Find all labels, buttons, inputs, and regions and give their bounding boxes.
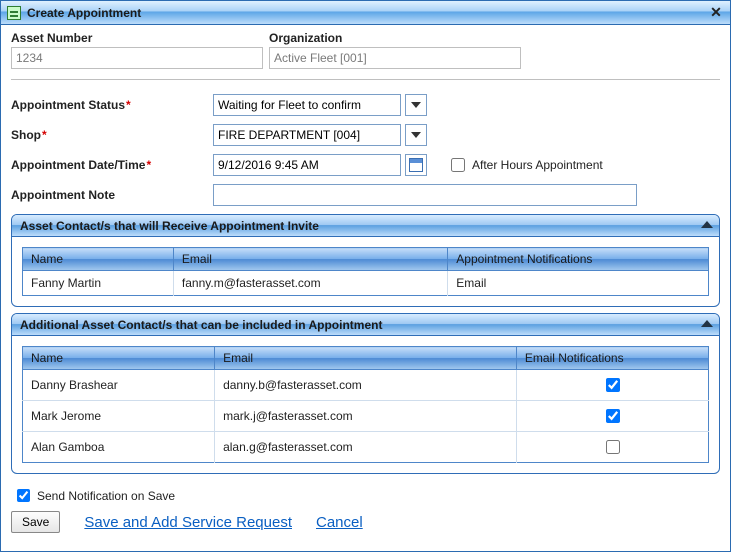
label-shop: Shop* (11, 128, 213, 142)
collapse-icon (701, 221, 713, 228)
asset-number-input[interactable] (11, 47, 263, 69)
appointment-status-dropdown-button[interactable] (405, 94, 427, 116)
shop-select[interactable] (213, 124, 401, 146)
send-notification-checkbox[interactable] (17, 489, 30, 502)
label-appointment-note: Appointment Note (11, 188, 213, 202)
dialog-body: Asset Number Organization Appointment St… (1, 25, 730, 551)
label-organization: Organization (269, 31, 342, 45)
table-row[interactable]: Danny Brashear danny.b@fasterasset.com (23, 370, 709, 401)
collapse-icon (701, 320, 713, 327)
table-row[interactable]: Alan Gamboa alan.g@fasterasset.com (23, 432, 709, 463)
shop-dropdown-button[interactable] (405, 124, 427, 146)
col-email-notifications[interactable]: Email Notifications (516, 347, 708, 370)
panel-additional-contacts: Additional Asset Contact/s that can be i… (11, 313, 720, 474)
titlebar: Create Appointment ✕ (1, 1, 730, 25)
email-notif-checkbox[interactable] (606, 440, 620, 454)
panel-receive-invite: Asset Contact/s that will Receive Appoin… (11, 214, 720, 307)
email-notif-checkbox[interactable] (606, 409, 620, 423)
table-row[interactable]: Fanny Martin fanny.m@fasterasset.com Ema… (23, 271, 709, 296)
window-title: Create Appointment (27, 6, 702, 20)
after-hours-checkbox[interactable] (451, 158, 465, 172)
appointment-status-select[interactable] (213, 94, 401, 116)
table-receive-contacts: Name Email Appointment Notifications Fan… (22, 247, 709, 296)
close-button[interactable]: ✕ (708, 4, 724, 21)
chevron-down-icon (411, 102, 421, 108)
email-notif-checkbox[interactable] (606, 378, 620, 392)
save-add-service-request-link[interactable]: Save and Add Service Request (84, 514, 292, 531)
label-asset-number: Asset Number (11, 31, 269, 45)
col-email[interactable]: Email (215, 347, 517, 370)
col-email[interactable]: Email (173, 248, 447, 271)
save-button[interactable]: Save (11, 511, 60, 533)
panel-additional-title: Additional Asset Contact/s that can be i… (20, 318, 382, 332)
table-row[interactable]: Mark Jerome mark.j@fasterasset.com (23, 401, 709, 432)
col-name[interactable]: Name (23, 347, 215, 370)
after-hours-checkbox-wrap[interactable]: After Hours Appointment (447, 155, 603, 175)
panel-receive-title: Asset Contact/s that will Receive Appoin… (20, 219, 319, 233)
appointment-note-input[interactable] (213, 184, 637, 206)
col-notifications[interactable]: Appointment Notifications (448, 248, 709, 271)
label-appointment-status: Appointment Status* (11, 98, 213, 112)
label-appointment-datetime: Appointment Date/Time* (11, 158, 213, 172)
separator (11, 79, 720, 80)
send-notification-wrap[interactable]: Send Notification on Save (13, 486, 175, 505)
dialog-create-appointment: Create Appointment ✕ Asset Number Organi… (0, 0, 731, 552)
panel-additional-header[interactable]: Additional Asset Contact/s that can be i… (12, 314, 719, 336)
send-notification-label: Send Notification on Save (37, 489, 175, 503)
organization-input[interactable] (269, 47, 521, 69)
after-hours-label: After Hours Appointment (472, 158, 603, 172)
col-name[interactable]: Name (23, 248, 174, 271)
cancel-link[interactable]: Cancel (316, 514, 363, 531)
appointment-datetime-input[interactable] (213, 154, 401, 176)
table-additional-contacts: Name Email Email Notifications Danny Bra… (22, 346, 709, 463)
calendar-icon (409, 158, 423, 172)
calendar-button[interactable] (405, 154, 427, 176)
panel-receive-header[interactable]: Asset Contact/s that will Receive Appoin… (12, 215, 719, 237)
app-icon (7, 6, 21, 20)
chevron-down-icon (411, 132, 421, 138)
